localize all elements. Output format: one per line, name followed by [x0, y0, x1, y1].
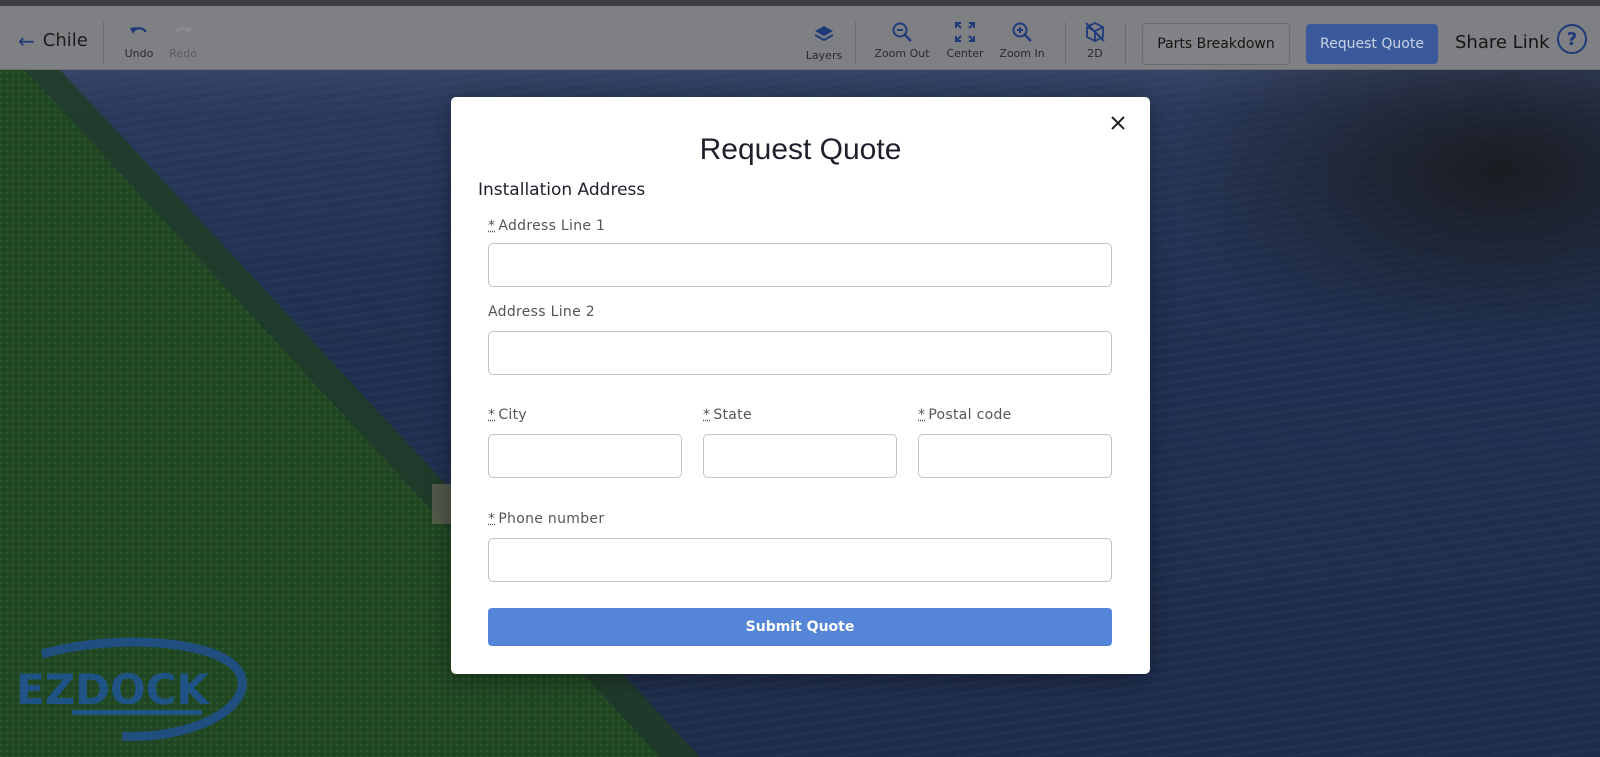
postal-code-label: * Postal code [918, 407, 1012, 423]
city-label: * City [488, 407, 527, 423]
view-2d-button[interactable]: 2D [1063, 20, 1127, 60]
center-button[interactable]: Center [933, 20, 997, 60]
address-line-1-input[interactable] [488, 243, 1112, 287]
toolbar-divider [855, 22, 856, 64]
address-line-2-label: Address Line 2 [488, 304, 595, 320]
layers-button[interactable]: Layers [792, 22, 856, 62]
zoom-in-icon [1011, 20, 1033, 44]
undo-label: Undo [124, 47, 154, 60]
ezdock-logo: EZDOCK [16, 637, 247, 741]
required-marker: * [488, 218, 496, 234]
submit-quote-button[interactable]: Submit Quote [488, 608, 1112, 646]
close-button[interactable] [1108, 113, 1128, 133]
address-line-2-input[interactable] [488, 331, 1112, 375]
request-quote-dialog: Request Quote Installation Address * Addr… [451, 97, 1150, 674]
required-marker: * [918, 407, 926, 423]
zoom-out-label: Zoom Out [874, 47, 930, 60]
state-label: * State [703, 407, 752, 423]
required-marker: * [703, 407, 711, 423]
redo-label: Redo [169, 47, 197, 60]
layers-icon [813, 22, 835, 46]
arrow-left-icon: ← [18, 28, 35, 53]
zoom-out-button[interactable]: Zoom Out [870, 20, 934, 60]
request-quote-button[interactable]: Request Quote [1306, 24, 1438, 64]
phone-number-input[interactable] [488, 538, 1112, 582]
help-icon[interactable]: ? [1557, 24, 1587, 54]
toolbar-divider [1125, 22, 1126, 64]
view-2d-label: 2D [1087, 47, 1103, 60]
center-icon [954, 20, 976, 44]
required-marker: * [488, 407, 496, 423]
logo-text: EZDOCK [16, 665, 211, 714]
state-input[interactable] [703, 434, 897, 478]
back-button[interactable]: ← Chile [18, 30, 88, 51]
share-link-button[interactable]: Share Link [1455, 32, 1550, 53]
dialog-title: Request Quote [699, 133, 902, 166]
toolbar-divider [103, 22, 104, 64]
cube-off-icon [1084, 20, 1106, 44]
required-marker: * [488, 511, 496, 527]
redo-icon [172, 20, 194, 44]
phone-number-label: * Phone number [488, 511, 605, 527]
top-toolbar: ← Chile Undo Redo Layers Zoom Out Center [0, 0, 1600, 70]
zoom-in-button[interactable]: Zoom In [990, 20, 1054, 60]
parts-breakdown-button[interactable]: Parts Breakdown [1142, 23, 1290, 65]
section-title: Installation Address [478, 180, 646, 200]
project-name: Chile [42, 30, 88, 51]
redo-button[interactable]: Redo [151, 20, 215, 60]
layers-label: Layers [805, 49, 843, 62]
undo-icon [128, 20, 150, 44]
close-icon [1111, 116, 1125, 130]
address-line-1-label: * Address Line 1 [488, 218, 606, 234]
postal-code-input[interactable] [918, 434, 1112, 478]
zoom-out-icon [891, 20, 913, 44]
zoom-in-label: Zoom In [999, 47, 1045, 60]
city-input[interactable] [488, 434, 682, 478]
center-label: Center [946, 47, 984, 60]
